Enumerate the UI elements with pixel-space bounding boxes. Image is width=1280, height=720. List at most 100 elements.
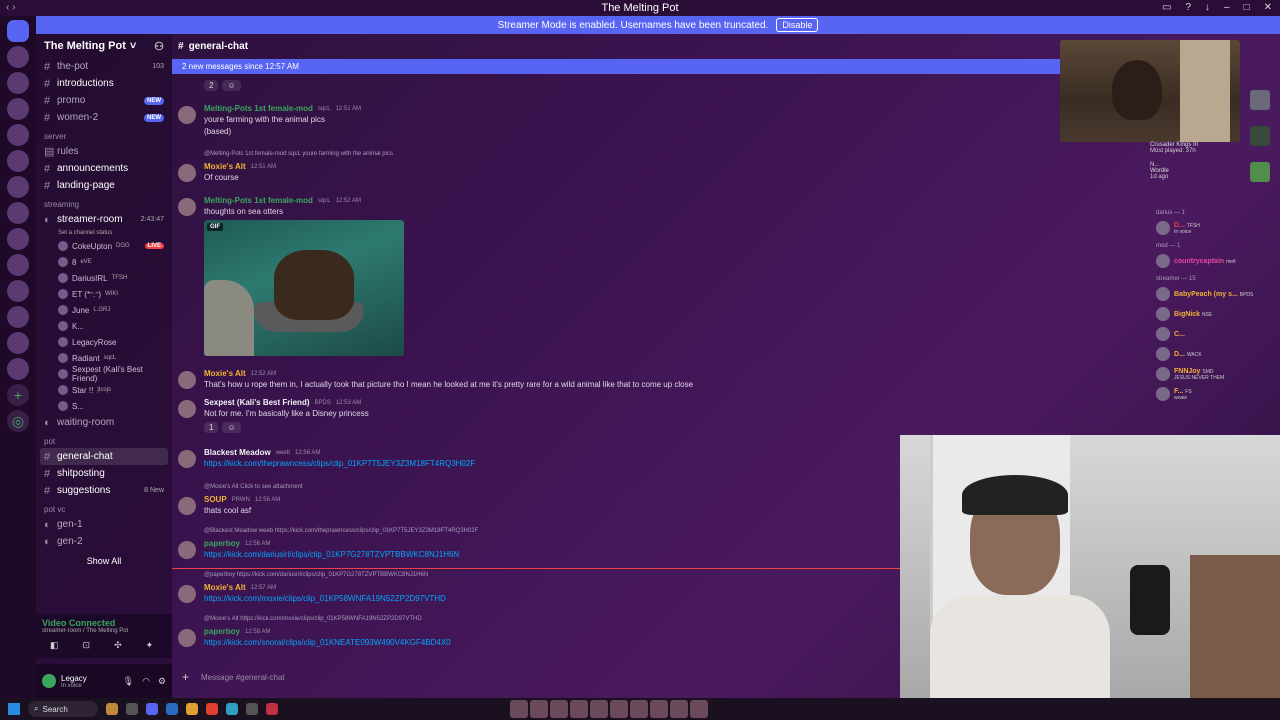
server-icon[interactable] (7, 176, 29, 198)
member-item[interactable]: D... WACK (1150, 344, 1280, 364)
avatar[interactable] (1250, 90, 1270, 110)
reply-preview[interactable]: @Melting-Pots 1st female-mod sqcL youre … (204, 151, 393, 157)
taskbar-thumbnail[interactable] (670, 700, 688, 718)
voice-user[interactable]: DariusIRL TFSH (36, 270, 172, 286)
channel-status[interactable]: Set a channel status (36, 228, 172, 238)
avatar[interactable] (178, 450, 196, 468)
new-messages-bar[interactable]: 2 new messages since 12:57 AM (172, 59, 1060, 74)
message-author[interactable]: Moxie's Alt (204, 162, 246, 171)
voice-user[interactable]: Radiant sqcL (36, 350, 172, 366)
server-icon[interactable] (7, 124, 29, 146)
server-icon[interactable] (7, 202, 29, 224)
server-icon[interactable] (7, 150, 29, 172)
taskbar-app-icon[interactable] (246, 703, 258, 715)
avatar[interactable] (178, 371, 196, 389)
channel-general-chat[interactable]: # general-chat (40, 448, 168, 465)
channel-gen-1[interactable]: ◐ gen-1 (36, 516, 172, 533)
message-author[interactable]: paperboy (204, 627, 240, 636)
category-server[interactable]: server (36, 126, 172, 143)
avatar[interactable] (42, 674, 56, 688)
voice-user[interactable]: Star !! jtcojs (36, 382, 172, 398)
server-icon[interactable] (7, 254, 29, 276)
channel-suggestions[interactable]: # suggestions 8 New (36, 482, 172, 499)
channel-introductions[interactable]: # introductions (36, 75, 172, 92)
taskbar-app-icon[interactable] (186, 703, 198, 715)
avatar[interactable] (178, 541, 196, 559)
member-item[interactable]: F... FS woaw (1150, 384, 1280, 404)
taskbar-app-icon[interactable] (126, 703, 138, 715)
voice-status[interactable]: Video Connected (42, 618, 166, 628)
gear-icon[interactable]: ⚙ (158, 676, 166, 687)
headphones-icon[interactable]: ◠ (142, 676, 150, 687)
channel-rules[interactable]: ▤ rules (36, 143, 172, 160)
message-author[interactable]: Melting-Pots 1st female-mod (204, 104, 313, 113)
server-icon[interactable] (7, 228, 29, 250)
channel-the-pot[interactable]: # the-pot 103 (36, 58, 172, 75)
server-icon[interactable] (7, 332, 29, 354)
member-item[interactable]: C... (1150, 324, 1280, 344)
add-reaction-icon[interactable]: ☺ (222, 80, 241, 91)
reaction[interactable]: 2 (204, 80, 219, 91)
avatar[interactable] (178, 585, 196, 603)
message-link[interactable]: https://kick.com/moxie/clips/clip_01KP58… (204, 594, 446, 603)
category-pot[interactable]: pot (36, 431, 172, 448)
server-icon[interactable] (7, 98, 29, 120)
channel-gen-2[interactable]: ◐ gen-2 (36, 533, 172, 550)
channel-landing-page[interactable]: # landing-page (36, 177, 172, 194)
voice-user[interactable]: ET (*ᵔ.ᵔ) WIKI (36, 286, 172, 302)
server-icon[interactable] (7, 306, 29, 328)
mic-icon[interactable]: 🎙 (123, 676, 134, 687)
taskbar-thumbnail[interactable] (630, 700, 648, 718)
server-icon[interactable] (7, 46, 29, 68)
server-icon[interactable] (7, 280, 29, 302)
voice-user[interactable]: June L.GRJ (36, 302, 172, 318)
show-all-button[interactable]: Show All (36, 550, 172, 572)
wordle-icon[interactable] (1250, 162, 1270, 182)
maximize-icon[interactable]: □ (1244, 0, 1250, 16)
voice-user[interactable]: 8 eVE (36, 254, 172, 270)
taskbar-app-icon[interactable] (266, 703, 278, 715)
avatar[interactable] (178, 164, 196, 182)
game-icon[interactable] (1250, 126, 1270, 146)
channel-women-2[interactable]: # women-2 NEW (36, 109, 172, 126)
message-author[interactable]: Blackest Meadow (204, 448, 271, 457)
message-author[interactable]: Melting-Pots 1st female-mod (204, 196, 313, 205)
reply-preview[interactable]: @Moxie's Alt Click to see attachment (204, 484, 303, 490)
channel-shitposting[interactable]: # shitposting (36, 465, 172, 482)
taskbar-thumbnail[interactable] (530, 700, 548, 718)
avatar[interactable] (178, 198, 196, 216)
voice-user[interactable]: LegacyRose (36, 334, 172, 350)
taskbar-app-icon[interactable] (166, 703, 178, 715)
add-attachment-icon[interactable]: + (182, 670, 189, 684)
server-icon[interactable] (7, 72, 29, 94)
reply-preview[interactable]: @Blackest Meadow weeb https://kick.com/t… (204, 528, 478, 534)
taskbar-app-icon[interactable] (146, 703, 158, 715)
channel-waiting-room[interactable]: ◐ waiting-room (36, 414, 172, 431)
avatar[interactable] (178, 629, 196, 647)
message-link[interactable]: https://kick.com/theprawncess/clips/clip… (204, 459, 475, 468)
home-icon[interactable] (7, 20, 29, 42)
member-item[interactable]: D... TFSH In voice (1150, 218, 1280, 238)
disable-streamer-mode-button[interactable]: Disable (776, 18, 819, 32)
taskbar-thumbnail[interactable] (590, 700, 608, 718)
message-author[interactable]: SOUP (204, 495, 227, 504)
message-author[interactable]: Sexpest (Kali's Best Friend) (204, 398, 310, 407)
member-item[interactable]: BabyPeach (my s... BPDS (1150, 284, 1280, 304)
download-icon[interactable]: ↓ (1205, 0, 1210, 16)
avatar[interactable] (178, 106, 196, 124)
member-item[interactable]: FNNJoy SMD JESUS NEVER THEM (1150, 364, 1280, 384)
back-forward-icons[interactable]: ‹ › (6, 0, 15, 16)
category-streaming[interactable]: streaming (36, 194, 172, 211)
minimize-icon[interactable]: – (1224, 0, 1230, 16)
avatar[interactable] (178, 497, 196, 515)
camera-icon[interactable]: ◧ (50, 640, 59, 651)
invite-icon[interactable]: ⚇ (154, 40, 164, 53)
voice-user[interactable]: CokeUpton DGG LIVE (36, 238, 172, 254)
add-reaction-icon[interactable]: ☺ (222, 422, 241, 433)
reply-preview[interactable]: @paperboy https://kick.com/dariusirl/cli… (204, 572, 428, 578)
channel-announcements[interactable]: # announcements (36, 160, 172, 177)
taskbar-thumbnail[interactable] (650, 700, 668, 718)
message-author[interactable]: Moxie's Alt (204, 583, 246, 592)
taskbar-thumbnail[interactable] (550, 700, 568, 718)
voice-user[interactable]: K... (36, 318, 172, 334)
